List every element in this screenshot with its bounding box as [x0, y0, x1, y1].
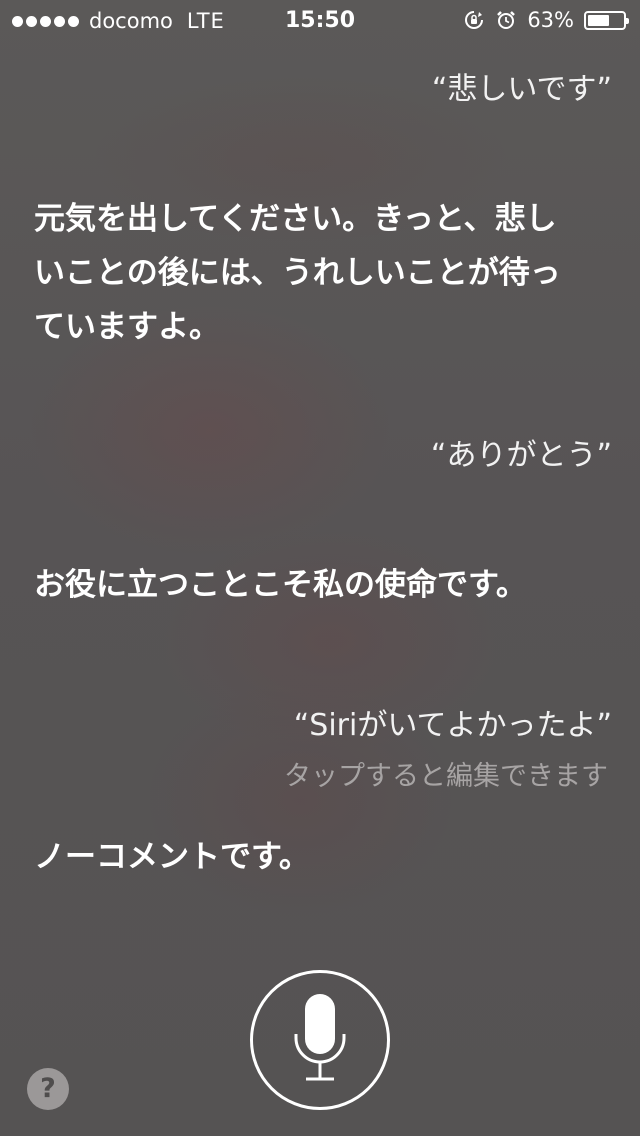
status-right: 63%: [463, 8, 629, 32]
user-utterance-3[interactable]: “Siriがいてよかったよ”: [294, 700, 612, 744]
siri-response-2: お役に立つことこそ私の使命です。: [34, 567, 527, 603]
battery-icon: [584, 10, 629, 30]
tap-to-edit-hint[interactable]: タップすると編集できます: [284, 754, 608, 793]
user-utterance-1: “悲しいです”: [431, 72, 612, 107]
rotation-lock-icon: [465, 11, 484, 29]
alarm-icon: [497, 11, 516, 29]
siri-response-3: ノーコメントです。: [34, 839, 310, 875]
siri-response-1: 元気を出してください。きっと、悲しいことの後には、うれしいことが待っていますよ。: [34, 201, 561, 345]
user-utterance-2: “ありがとう”: [430, 438, 612, 473]
microphone-button[interactable]: [250, 970, 390, 1110]
help-button[interactable]: ?: [27, 1068, 69, 1110]
battery-percent: 63%: [527, 8, 574, 32]
status-bar: docomo LTE 15:50 63%: [0, 0, 640, 40]
microphone-icon: [294, 994, 346, 1081]
battery-level: [588, 14, 609, 26]
